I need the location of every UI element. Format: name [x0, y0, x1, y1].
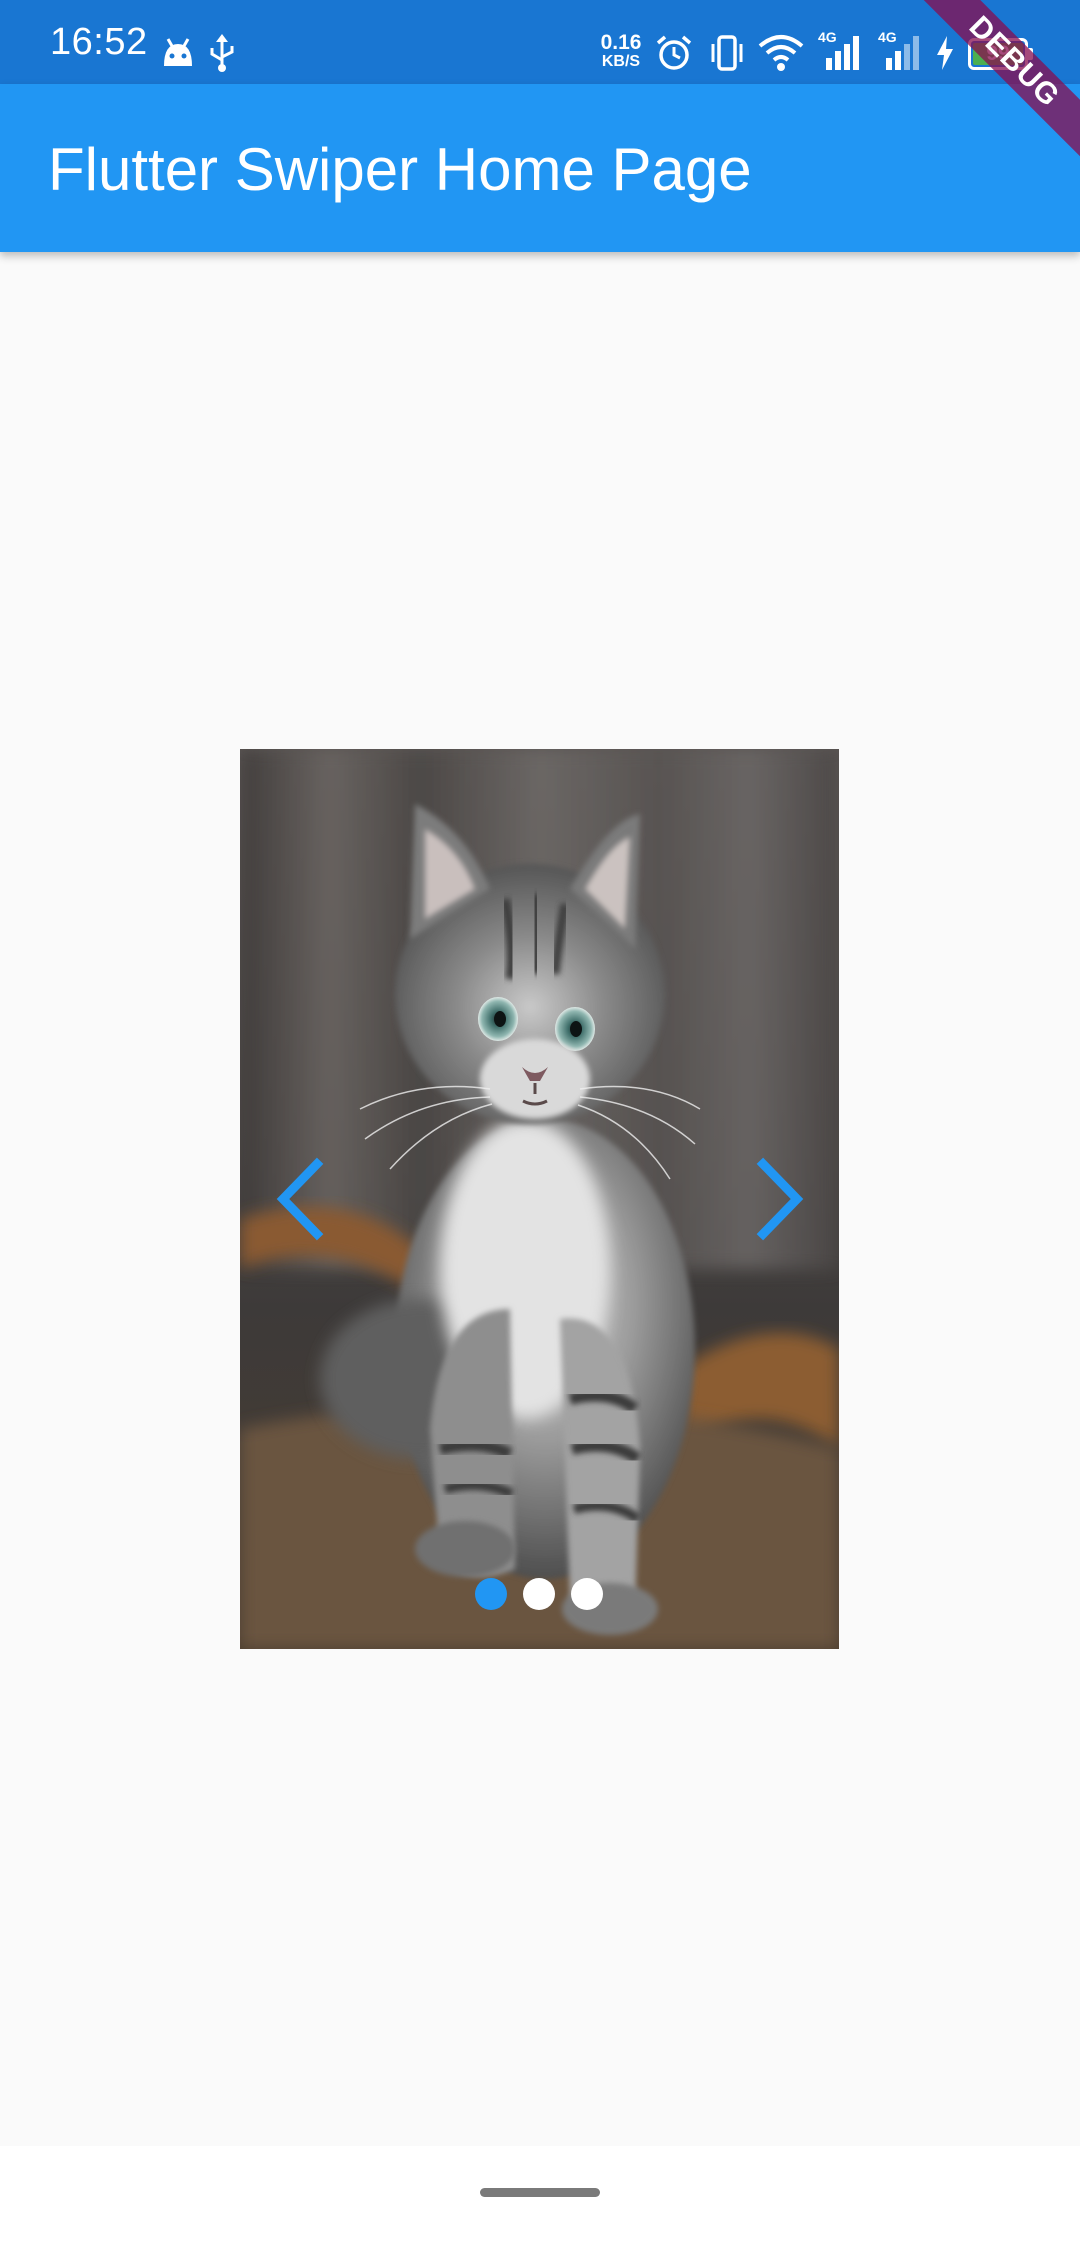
signal-icon [826, 36, 859, 70]
status-time: 16:52 [50, 21, 148, 63]
system-nav-bar [0, 2146, 1080, 2244]
vibrate-icon [711, 35, 743, 71]
network-speed: 0.16 KB/S [596, 31, 646, 70]
signal-2: 4G [878, 30, 922, 70]
wifi-icon [758, 35, 804, 71]
app-bar: Flutter Swiper Home Page [0, 84, 1080, 252]
battery-level: 99 [986, 42, 1010, 65]
network-speed-unit: KB/S [601, 53, 641, 70]
home-indicator[interactable] [480, 2188, 600, 2197]
usb-icon [210, 34, 234, 72]
android-icon [164, 38, 192, 66]
charging-icon [937, 36, 953, 70]
pagination-dot-3[interactable] [571, 1578, 603, 1610]
signal-1: 4G [818, 30, 862, 70]
status-bar: 16:52 0.16 KB/S 4G 4G 99 [0, 0, 1080, 84]
chevron-left-icon[interactable] [265, 1154, 335, 1244]
network-speed-value: 0.16 [600, 31, 642, 54]
pagination-dot-2[interactable] [523, 1578, 555, 1610]
pagination-dot-1[interactable] [475, 1578, 507, 1610]
swiper-pagination [475, 1578, 605, 1610]
signal-icon [886, 36, 919, 70]
battery-icon: 99 [968, 38, 1034, 70]
alarm-icon [656, 35, 692, 70]
page-title: Flutter Swiper Home Page [48, 136, 752, 203]
chevron-right-icon[interactable] [745, 1154, 815, 1244]
